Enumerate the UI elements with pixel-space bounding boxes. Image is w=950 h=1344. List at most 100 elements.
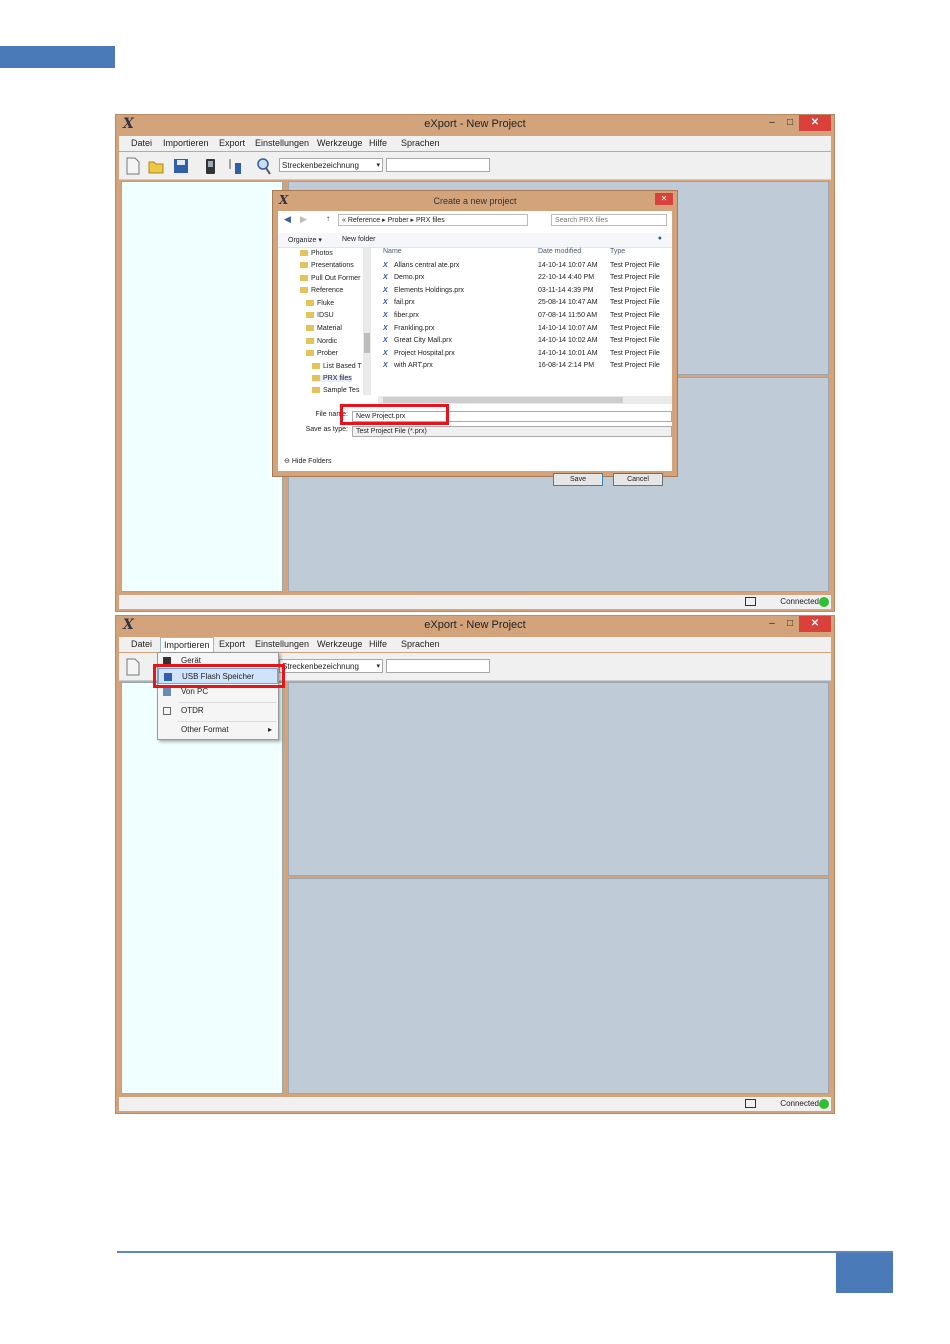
status-dot-icon: [819, 597, 829, 607]
tree-item[interactable]: Material: [306, 325, 342, 332]
search-input[interactable]: Search PRX files: [551, 214, 667, 226]
back-arrow-icon[interactable]: ◀: [284, 214, 291, 225]
footer-page-box: [836, 1253, 893, 1293]
chevron-down-icon: ▾: [376, 162, 380, 169]
file-row[interactable]: X Project Hospital.prx 14-10-14 10:01 AM Te…: [378, 350, 672, 362]
save-type-select[interactable]: Test Project File (*.prx): [352, 426, 672, 437]
menu-hilfe[interactable]: Hilfe: [369, 138, 387, 148]
route-input[interactable]: [386, 659, 490, 673]
usb-icon[interactable]: [227, 157, 243, 175]
hide-folders-button[interactable]: ⊖ Hide Folders: [284, 457, 332, 465]
prx-file-icon: X: [383, 274, 388, 281]
tree-item-selected[interactable]: PRX files: [312, 375, 352, 382]
minimize-button[interactable]: –: [764, 115, 780, 131]
menu-datei[interactable]: Datei: [131, 138, 152, 148]
route-select[interactable]: Streckenbezeichnung ▾: [279, 659, 383, 673]
tree-item[interactable]: Presentations: [300, 262, 354, 269]
file-list: Name Date modified Type X Allans central …: [378, 248, 672, 395]
tree-item[interactable]: Fluke: [306, 300, 334, 307]
file-row[interactable]: Xwith ART.prx 16-08-14 2:14 PM Test Projec…: [378, 362, 672, 374]
window-title: eXport - New Project: [424, 118, 526, 130]
save-type-label: Save as type:: [305, 426, 348, 433]
menu-datei[interactable]: Datei: [131, 639, 152, 649]
address-bar[interactable]: « Reference ▸ Prober ▸ PRX files: [338, 214, 528, 226]
file-row[interactable]: X Elements Holdings.prx 03-11-14 4:39 PM Te…: [378, 287, 672, 299]
file-row[interactable]: X Frankling.prx 14-10-14 10:07 AM Test Proj…: [378, 325, 672, 337]
dialog-close-button[interactable]: ✕: [655, 193, 673, 205]
header-tab-bar: [0, 46, 115, 68]
prx-file-icon: X: [383, 337, 388, 344]
close-button[interactable]: ✕: [799, 616, 831, 632]
maximize-button[interactable]: □: [782, 616, 798, 632]
status-text: Connected: [780, 1099, 819, 1108]
tree-item[interactable]: Reference: [300, 287, 343, 294]
new-file-icon[interactable]: [125, 157, 141, 175]
up-arrow-icon[interactable]: ↑: [326, 214, 330, 223]
status-bar: Connected: [119, 1097, 831, 1111]
file-row[interactable]: X Allans central ate.prx 14-10-14 10:07 AM…: [378, 262, 672, 274]
new-folder-button[interactable]: New folder: [342, 236, 375, 243]
left-tree-pane: [121, 181, 283, 592]
monitor-icon: [745, 597, 756, 606]
file-row[interactable]: X Demo.prx 22-10-14 4:40 PM Test Project Fi…: [378, 274, 672, 286]
breadcrumb-prober[interactable]: Prober: [388, 217, 409, 224]
dialog-title: Create a new project: [433, 196, 517, 206]
tree-item[interactable]: IDSU: [306, 312, 334, 319]
tree-scrollbar[interactable]: [363, 248, 371, 395]
file-row[interactable]: Xfiber.prx 07-08-14 11:50 AM Test Project …: [378, 312, 672, 324]
forward-arrow-icon[interactable]: ▶: [300, 214, 307, 225]
tree-item[interactable]: List Based T: [312, 363, 362, 370]
tree-item[interactable]: Sample Tes: [312, 387, 359, 394]
menu-importieren[interactable]: Importieren: [163, 138, 209, 148]
new-file-icon[interactable]: [125, 658, 141, 676]
chevron-up-icon: ⊖: [284, 458, 290, 465]
help-icon[interactable]: ●: [658, 235, 662, 242]
file-name-row: File name: New Project.prx: [278, 411, 672, 423]
column-date[interactable]: Date modified: [538, 248, 581, 255]
menu-item-otdr[interactable]: OTDR: [158, 703, 278, 719]
tree-item[interactable]: Pull Out Former: [300, 275, 360, 282]
menu-hilfe[interactable]: Hilfe: [369, 639, 387, 649]
tree-item[interactable]: Photos: [300, 250, 333, 257]
file-row[interactable]: Xfail.prx 25-08-14 10:47 AM Test Project F…: [378, 299, 672, 311]
file-list-scrollbar[interactable]: [378, 396, 672, 404]
column-type[interactable]: Type: [610, 248, 625, 255]
maximize-button[interactable]: □: [782, 115, 798, 131]
usb-highlight-box: [153, 664, 285, 688]
save-button[interactable]: Save: [553, 473, 603, 486]
filename-highlight-box: [340, 404, 449, 425]
toolbar: Streckenbezeichnung ▾: [119, 152, 831, 180]
route-input[interactable]: [386, 158, 490, 172]
status-dot-icon: [819, 1099, 829, 1109]
menu-sprachen[interactable]: Sprachen: [401, 138, 440, 148]
menu-werkzeuge[interactable]: Werkzeuge: [317, 639, 362, 649]
menu-item-other-format[interactable]: Other Format ▸: [158, 722, 278, 738]
tree-item[interactable]: Prober: [306, 350, 338, 357]
breadcrumb-prx-files[interactable]: PRX files: [416, 217, 445, 224]
minimize-button[interactable]: –: [764, 616, 780, 632]
cancel-button[interactable]: Cancel: [613, 473, 663, 486]
close-button[interactable]: ✕: [799, 115, 831, 131]
organize-button[interactable]: Organize ▾: [288, 236, 322, 244]
top-right-pane: [288, 682, 829, 876]
device-icon[interactable]: [203, 157, 219, 175]
save-disk-icon[interactable]: [173, 157, 189, 175]
prx-file-icon: X: [383, 325, 388, 332]
route-select[interactable]: Streckenbezeichnung ▾: [279, 158, 383, 172]
menu-einstellungen[interactable]: Einstellungen: [255, 138, 309, 148]
left-tree-pane: [121, 682, 283, 1094]
menu-export[interactable]: Export: [219, 639, 245, 649]
file-row[interactable]: X Great City Mall.prx 14-10-14 10:02 AM Tes…: [378, 337, 672, 349]
open-folder-icon[interactable]: [148, 157, 164, 175]
tree-item[interactable]: Nordic: [306, 338, 337, 345]
column-name[interactable]: Name: [383, 248, 402, 255]
save-type-row: Save as type: Test Project File (*.prx): [278, 426, 672, 438]
menu-bar: Datei Importieren Export Einstellungen W…: [119, 136, 831, 151]
menu-importieren[interactable]: Importieren: [160, 637, 214, 652]
breadcrumb-reference[interactable]: Reference: [348, 217, 380, 224]
menu-export[interactable]: Export: [219, 138, 245, 148]
menu-sprachen[interactable]: Sprachen: [401, 639, 440, 649]
menu-werkzeuge[interactable]: Werkzeuge: [317, 138, 362, 148]
menu-einstellungen[interactable]: Einstellungen: [255, 639, 309, 649]
search-icon[interactable]: [256, 157, 272, 175]
